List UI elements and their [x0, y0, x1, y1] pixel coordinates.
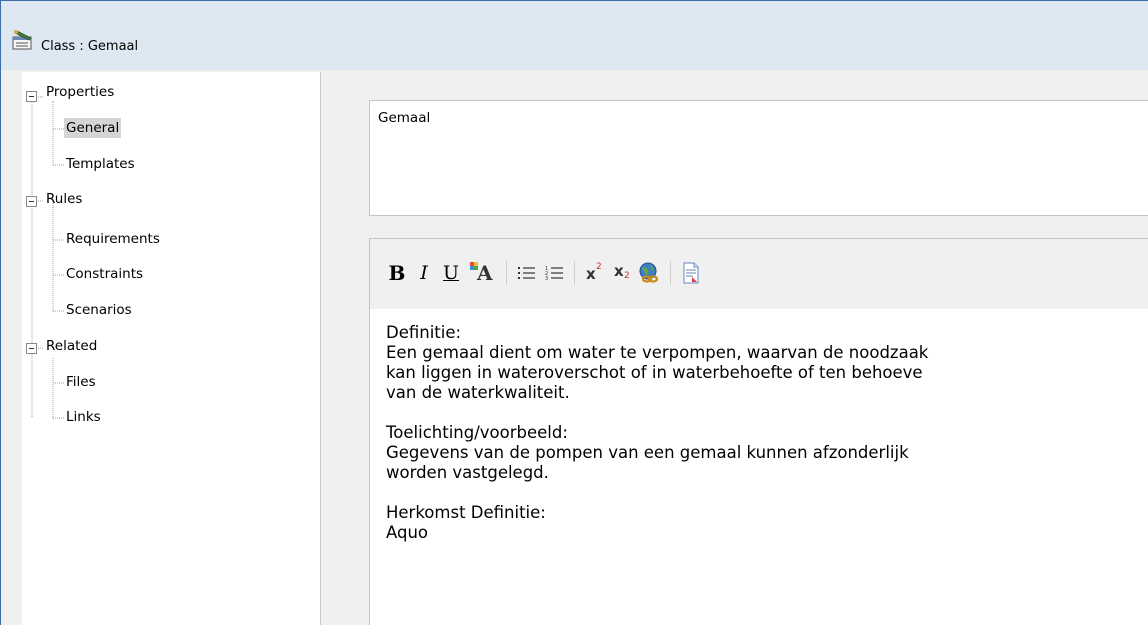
italic-button[interactable]: I [414, 261, 434, 285]
toolbar-separator [670, 261, 671, 285]
tree-node-properties[interactable]: Properties [22, 82, 320, 104]
subscript-button[interactable]: x 2 [610, 261, 636, 285]
document-button[interactable] [680, 261, 702, 285]
class-properties-icon [11, 29, 35, 51]
superscript-exp: 2 [596, 262, 602, 272]
notes-line: Herkomst Definitie: [386, 503, 546, 522]
font-color-letter: A [477, 261, 493, 285]
notes-line: Gegevens van de pompen van een gemaal ku… [386, 443, 909, 462]
tree-node-label: Properties [46, 84, 115, 100]
tree-node-related[interactable]: Related [22, 336, 320, 358]
tree-node-label: General [64, 118, 122, 138]
tree-node-constraints[interactable]: Constraints [22, 263, 320, 285]
notes-line: Toelichting/voorbeeld: [386, 423, 568, 442]
bullet-list-icon [518, 267, 535, 279]
subscript-base: x [614, 262, 624, 280]
toolbar-separator [574, 261, 575, 285]
name-field-value: Gemaal [378, 110, 431, 126]
formatting-toolbar: B I U A 123 x 2 x 2 [370, 239, 1148, 309]
tree-node-requirements[interactable]: Requirements [22, 228, 320, 250]
bold-button[interactable]: B [386, 261, 408, 285]
superscript-base: x [586, 265, 596, 283]
collapse-icon[interactable] [26, 91, 38, 103]
tree-node-scenarios[interactable]: Scenarios [22, 299, 320, 321]
tree-node-label: Requirements [66, 231, 160, 247]
tree-node-templates[interactable]: Templates [22, 153, 320, 175]
notes-line: van de waterkwaliteit. [386, 383, 570, 402]
notes-text-area[interactable]: Definitie: Een gemaal dient om water te … [380, 309, 1148, 626]
toolbar-separator [506, 261, 507, 285]
bullet-list-button[interactable] [516, 261, 538, 285]
tree-node-label: Files [66, 374, 96, 390]
tree-node-rules[interactable]: Rules [22, 189, 320, 211]
document-icon [683, 262, 699, 284]
notes-line: kan liggen in wateroverschot of in water… [386, 363, 923, 382]
title-bar: Class : Gemaal [1, 1, 1148, 70]
tree-node-label: Links [66, 409, 101, 425]
font-color-button[interactable]: A [468, 261, 496, 285]
notes-editor: B I U A 123 x 2 x 2 Definitie: Een gemaa… [369, 238, 1148, 626]
name-field[interactable]: Gemaal [369, 100, 1148, 216]
notes-line: Definitie: [386, 323, 462, 342]
tree-node-label: Templates [66, 156, 135, 172]
navigation-tree: Properties General Templates Rules Requi… [22, 72, 321, 625]
tree-node-label: Related [46, 338, 98, 354]
svg-text:3: 3 [545, 276, 548, 282]
window-title: Class : Gemaal [41, 39, 139, 54]
numbered-list-icon: 123 [545, 266, 563, 282]
tree-node-general[interactable]: General [22, 117, 320, 139]
notes-line: Aquo [386, 523, 429, 542]
subscript-exp: 2 [624, 271, 630, 281]
collapse-icon[interactable] [26, 196, 38, 208]
underline-button[interactable]: U [440, 261, 462, 285]
collapse-icon[interactable] [26, 343, 38, 355]
tree-node-links[interactable]: Links [22, 406, 320, 428]
superscript-button[interactable]: x 2 [582, 261, 608, 285]
notes-line: worden vastgelegd. [386, 463, 549, 482]
tree-node-label: Constraints [66, 266, 144, 282]
tree-node-label: Rules [46, 191, 83, 207]
notes-line: Een gemaal dient om water te verpompen, … [386, 343, 929, 362]
globe-link-icon [639, 262, 659, 283]
hyperlink-button[interactable] [636, 261, 662, 285]
numbered-list-button[interactable]: 123 [544, 261, 566, 285]
tree-node-label: Scenarios [66, 302, 132, 318]
tree-node-files[interactable]: Files [22, 371, 320, 393]
